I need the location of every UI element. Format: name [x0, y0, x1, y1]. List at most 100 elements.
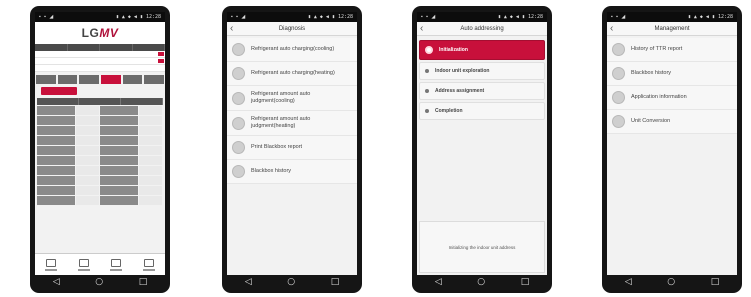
step-bullet: [425, 89, 429, 93]
status-clock: ▮ ▲ ◆ ◀ ▮ 12:28: [115, 14, 161, 20]
step-label: Address assignment: [435, 88, 485, 94]
table-row: [37, 116, 163, 125]
menu-item-label: Application information: [631, 94, 687, 100]
menu-item[interactable]: Refrigerant amount auto judgment(cooling…: [227, 86, 357, 111]
menu-item[interactable]: Blackbox history: [607, 62, 737, 86]
menu-item-label: Blackbox history: [631, 70, 672, 76]
home-nav-icon[interactable]: ○: [287, 275, 295, 289]
screen: ▪ ▪ ◢ ▮ ▲ ◆ ◀ ▮ 12:28 ‹ Diagnosis Refrig…: [227, 12, 357, 275]
step-address-assignment: Address assignment: [419, 82, 545, 100]
step-bullet: [425, 109, 429, 113]
tab[interactable]: [79, 75, 100, 84]
logo-lg: LG: [81, 26, 100, 40]
menu-icon: [612, 91, 625, 104]
menu-icon: [612, 43, 625, 56]
table-row: [37, 166, 163, 175]
step-bullet: [425, 69, 429, 73]
progress-message-box: Initializing the indoor unit address: [419, 221, 545, 273]
status-icons: ▪ ▪ ◢: [611, 14, 627, 20]
info-row: [35, 65, 165, 72]
logo-mv: MV: [99, 26, 119, 40]
home-nav-icon[interactable]: ○: [95, 275, 103, 289]
tab-active[interactable]: [101, 75, 121, 84]
tab-icon: [111, 258, 122, 267]
table-row: [37, 146, 163, 155]
recent-nav-icon[interactable]: □: [139, 275, 148, 289]
menu-item[interactable]: Application information: [607, 86, 737, 110]
menu-icon: [232, 116, 245, 130]
tab[interactable]: [122, 75, 143, 84]
back-nav-icon[interactable]: ◁: [245, 275, 252, 289]
table-row: [37, 176, 163, 185]
table-row: [37, 196, 163, 205]
menu-item-label: Refrigerant amount auto judgment(cooling…: [251, 91, 311, 104]
step-initialization: Initialization: [419, 40, 545, 60]
bottom-tab-4[interactable]: [133, 254, 166, 275]
menu-icon: [232, 67, 245, 80]
menu-item-label: Refrigerant amount auto judgment(heating…: [251, 116, 311, 129]
menu-item[interactable]: Refrigerant auto charging(cooling): [227, 38, 357, 62]
android-nav-bar: ◁ ○ □: [35, 275, 165, 289]
status-bar: ▪ ▪ ◢ ▮ ▲ ◆ ◀ ▮ 12:28: [227, 12, 357, 22]
step-label: Indoor unit exploration: [435, 68, 490, 74]
status-indicator: [158, 59, 165, 63]
title-bar: ‹ Auto addressing: [417, 22, 547, 36]
menu-item[interactable]: Refrigerant amount auto judgment(heating…: [227, 111, 357, 136]
bottom-tab-2[interactable]: [68, 254, 101, 275]
menu-item-label: Print Blackbox report: [251, 144, 303, 150]
menu-item-label: Refrigerant auto charging(cooling): [251, 46, 335, 52]
step-label: Completion: [435, 108, 463, 114]
status-icons: ▪ ▪ ◢: [39, 14, 55, 20]
bottom-tab-bar: [35, 253, 165, 275]
tab-icon: [143, 258, 154, 267]
back-nav-icon[interactable]: ◁: [53, 275, 60, 289]
menu-item[interactable]: Blackbox history: [227, 160, 357, 184]
menu-item[interactable]: Unit Conversion: [607, 110, 737, 134]
recent-nav-icon[interactable]: □: [521, 275, 530, 289]
menu-icon: [612, 67, 625, 80]
bottom-tab-1[interactable]: [35, 254, 68, 275]
menu-icon: [232, 141, 245, 154]
bottom-tab-3[interactable]: [100, 254, 133, 275]
recent-nav-icon[interactable]: □: [711, 275, 720, 289]
title-bar: ‹ Management: [607, 22, 737, 36]
screen: ▪ ▪ ◢ ▮ ▲ ◆ ◀ ▮ 12:28 ‹ Management Histo…: [607, 12, 737, 275]
status-bar: ▪ ▪ ◢ ▮ ▲ ◆ ◀ ▮ 12:28: [417, 12, 547, 22]
step-completion: Completion: [419, 102, 545, 120]
status-clock: ▮ ▲ ◆ ◀ ▮ 12:28: [497, 14, 543, 20]
table-row: [37, 126, 163, 135]
status-indicator: [158, 52, 165, 56]
menu-item[interactable]: Print Blackbox report: [227, 136, 357, 160]
table-row: [37, 106, 163, 115]
back-arrow-icon[interactable]: ‹: [610, 22, 613, 35]
back-nav-icon[interactable]: ◁: [435, 275, 442, 289]
recent-nav-icon[interactable]: □: [331, 275, 340, 289]
menu-item-label: Blackbox history: [251, 168, 292, 174]
menu-icon: [612, 115, 625, 128]
android-nav-bar: ◁ ○ □: [607, 275, 737, 289]
home-nav-icon[interactable]: ○: [477, 275, 485, 289]
select-unit-button[interactable]: [41, 87, 77, 95]
menu-icon: [232, 91, 245, 105]
tab[interactable]: [144, 75, 165, 84]
back-arrow-icon[interactable]: ‹: [230, 22, 233, 35]
menu-item-label: Unit Conversion: [631, 118, 671, 124]
back-nav-icon[interactable]: ◁: [625, 275, 632, 289]
management-menu: History of TTR report Blackbox history A…: [607, 36, 737, 136]
info-header: [35, 44, 165, 51]
back-arrow-icon[interactable]: ‹: [420, 22, 423, 35]
android-nav-bar: ◁ ○ □: [227, 275, 357, 289]
android-nav-bar: ◁ ○ □: [417, 275, 547, 289]
tab[interactable]: [57, 75, 78, 84]
menu-item-label: Refrigerant auto charging(heating): [251, 70, 335, 76]
phone-management: ▪ ▪ ◢ ▮ ▲ ◆ ◀ ▮ 12:28 ‹ Management Histo…: [602, 6, 742, 293]
tab[interactable]: [36, 75, 56, 84]
menu-item[interactable]: Refrigerant auto charging(heating): [227, 62, 357, 86]
phone-auto-addressing: ▪ ▪ ◢ ▮ ▲ ◆ ◀ ▮ 12:28 ‹ Auto addressing …: [412, 6, 552, 293]
progress-text: Initializing the indoor unit address: [448, 244, 516, 250]
info-row: [35, 58, 165, 65]
tab-bar: [35, 75, 165, 84]
menu-item[interactable]: History of TTR report: [607, 38, 737, 62]
home-nav-icon[interactable]: ○: [667, 275, 675, 289]
table-row: [37, 136, 163, 145]
